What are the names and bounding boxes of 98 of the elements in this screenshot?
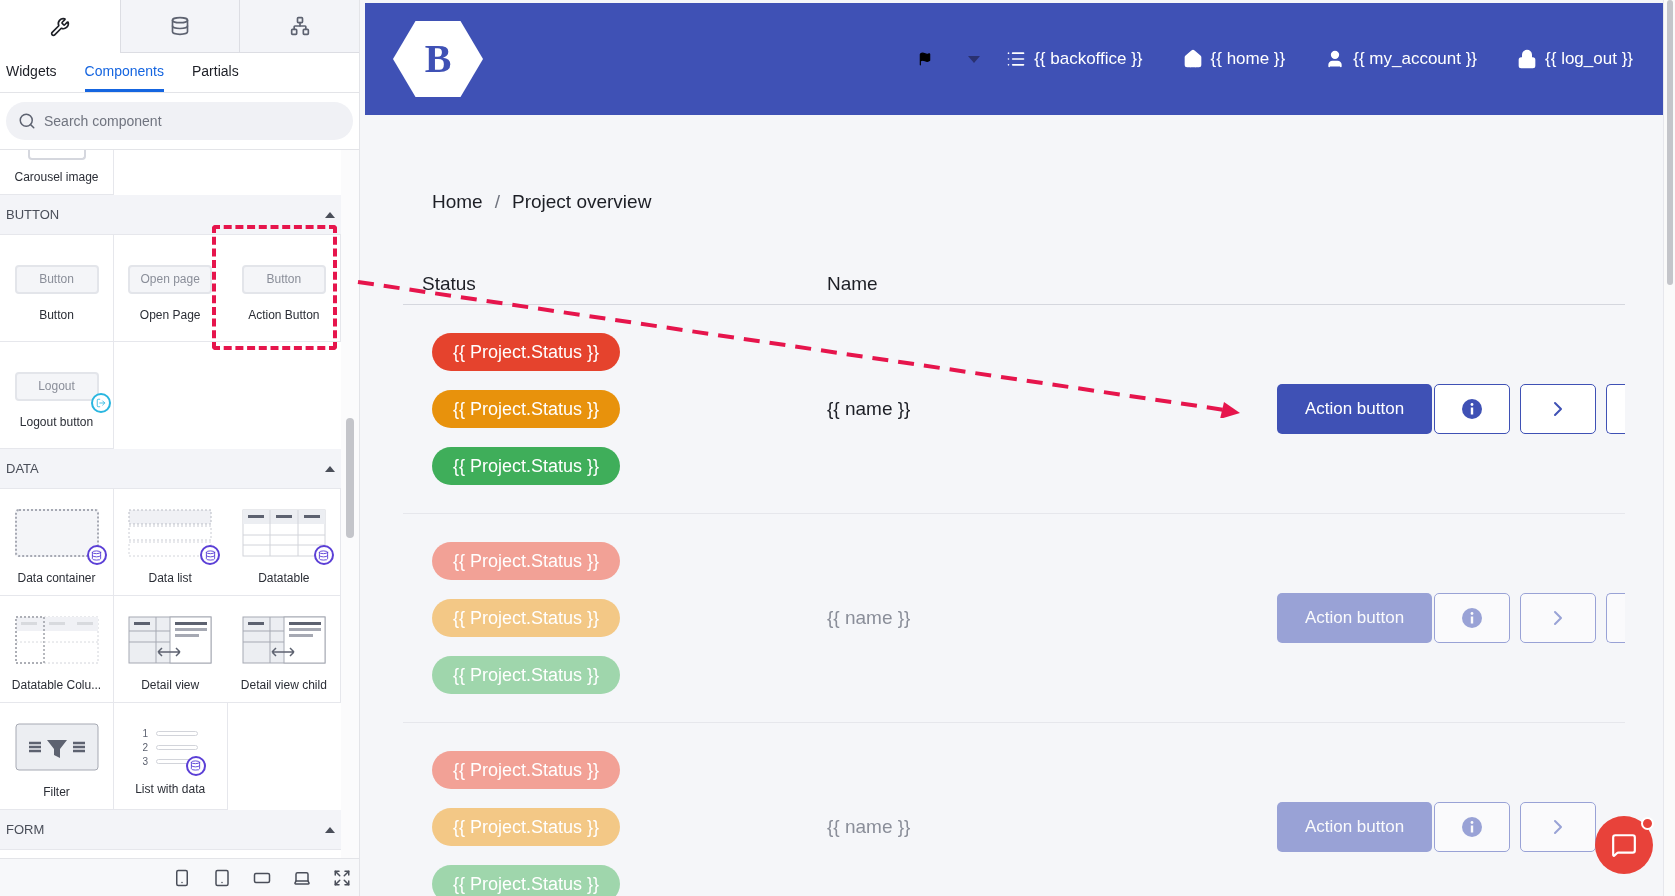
panel-tab[interactable]	[239, 0, 359, 53]
tablet-icon[interactable]	[213, 868, 231, 887]
name-text: {{ name }}	[827, 814, 911, 839]
flag-icon[interactable]	[918, 52, 933, 66]
component-tile[interactable]: Datatable Colu...	[0, 596, 114, 703]
tile-label: Data list	[148, 570, 192, 587]
tile-label: Datatable Colu...	[11, 677, 102, 694]
status-badge: {{ Project.Status }}	[432, 390, 620, 428]
tile-label: Open Page	[139, 306, 201, 324]
caret-icon	[325, 826, 336, 833]
info-icon	[1462, 399, 1482, 419]
tile-label: Logout button	[19, 413, 94, 431]
component-tile[interactable]: Logout Logout button	[0, 342, 114, 449]
tile-label: List with data	[135, 780, 206, 798]
list-number: 3	[142, 754, 148, 768]
nav-link[interactable]: {{ log_out }}	[1517, 46, 1633, 72]
caret-icon	[325, 465, 336, 472]
tile-label: Detail view	[141, 677, 200, 694]
status-badge: {{ Project.Status }}	[432, 333, 620, 371]
carousel-thumbnail-icon	[27, 150, 86, 160]
sitemap-icon	[289, 16, 310, 36]
column-header: Status	[421, 272, 477, 296]
phone-icon[interactable]	[173, 868, 191, 887]
lock-icon	[1517, 49, 1538, 69]
section-header[interactable]: BUTTON	[0, 195, 342, 235]
info-icon	[1462, 817, 1482, 837]
list-icon	[1006, 49, 1027, 69]
status-badge: {{ Project.Status }}	[432, 751, 620, 789]
table-column-icon	[14, 616, 99, 664]
scrollbar-thumb[interactable]	[346, 418, 354, 538]
button-preview: Button	[14, 264, 99, 294]
detail-view-icon	[128, 616, 213, 664]
component-tile[interactable]: Button Button	[0, 235, 114, 342]
status-badge: {{ Project.Status }}	[432, 656, 620, 694]
chat-icon	[1611, 832, 1637, 858]
tile-label: Filter	[43, 784, 70, 801]
tile-label: Carousel image	[14, 169, 99, 186]
filter-icon	[14, 723, 99, 771]
tab[interactable]: Widgets	[6, 53, 57, 92]
list-number: 2	[142, 740, 148, 754]
tab[interactable]: Components	[84, 53, 164, 92]
database-badge-icon	[185, 755, 206, 776]
next-button[interactable]	[1520, 384, 1596, 434]
tab[interactable]: Partials	[191, 53, 239, 92]
tile-label: Action Button	[248, 306, 320, 324]
status-badge: {{ Project.Status }}	[432, 808, 620, 846]
icon-button[interactable]	[1606, 384, 1625, 434]
logo[interactable]: B	[393, 21, 483, 97]
dropdown-caret-icon[interactable]	[968, 55, 981, 63]
search-field[interactable]: Search component	[6, 102, 353, 140]
tile-label: Button	[39, 306, 74, 324]
database-badge-icon	[313, 545, 334, 565]
component-tile[interactable]: Carousel image	[0, 150, 114, 195]
nav-link[interactable]: {{ backoffice }}	[1006, 46, 1143, 72]
home-icon	[1182, 49, 1203, 69]
button-preview: Open page	[128, 264, 213, 294]
search-icon	[18, 112, 36, 130]
column-header: Name	[827, 272, 878, 296]
database-badge-icon	[200, 545, 221, 565]
button-preview: Button	[241, 264, 326, 294]
panel-tab[interactable]	[119, 0, 240, 53]
info-icon	[1462, 608, 1482, 628]
database-badge-icon	[86, 545, 107, 565]
tools-icon	[49, 16, 70, 37]
component-tile[interactable]: Button Action Button	[227, 235, 342, 342]
name-text: {{ name }}	[827, 605, 911, 630]
caret-icon	[325, 211, 336, 218]
component-tile[interactable]: Data container	[0, 489, 114, 596]
tile-label: Data container	[17, 570, 96, 587]
component-tile[interactable]: Detail view child	[227, 596, 342, 703]
scrollbar-thumb[interactable]	[1666, 0, 1673, 285]
breadcrumb-link[interactable]: Project overview	[511, 188, 652, 217]
status-badge: {{ Project.Status }}	[432, 865, 620, 896]
component-tile[interactable]: Filter	[0, 703, 114, 810]
tile-label: Datatable	[258, 570, 310, 587]
status-badge: {{ Project.Status }}	[432, 599, 620, 637]
status-badge: {{ Project.Status }}	[432, 542, 620, 580]
table-icon	[241, 509, 326, 557]
list-number: 1	[142, 726, 148, 740]
dashed-container-icon	[14, 509, 99, 557]
detail-view-icon	[241, 616, 326, 664]
component-tile[interactable]: Datatable	[227, 489, 342, 596]
fullscreen-icon[interactable]	[333, 868, 351, 887]
info-button[interactable]	[1434, 384, 1510, 434]
data-list-icon	[128, 509, 213, 557]
status-badge: {{ Project.Status }}	[432, 447, 620, 485]
logout-preview: Logout	[14, 371, 99, 401]
breadcrumb-link[interactable]: Home	[432, 188, 483, 217]
breadcrumb-separator: /	[494, 190, 500, 215]
name-text: {{ name }}	[827, 396, 911, 421]
nav-link[interactable]: {{ my_account }}	[1325, 46, 1478, 72]
component-tile[interactable]: 1 2 3 List with data	[113, 703, 228, 810]
nav-link[interactable]: {{ home }}	[1182, 46, 1286, 72]
database-icon	[170, 16, 190, 36]
tile-label: Detail view child	[240, 677, 327, 694]
section-header[interactable]: FORM	[0, 810, 342, 850]
action-button[interactable]: Action button	[1277, 384, 1432, 434]
section-header[interactable]: DATA	[0, 449, 342, 489]
